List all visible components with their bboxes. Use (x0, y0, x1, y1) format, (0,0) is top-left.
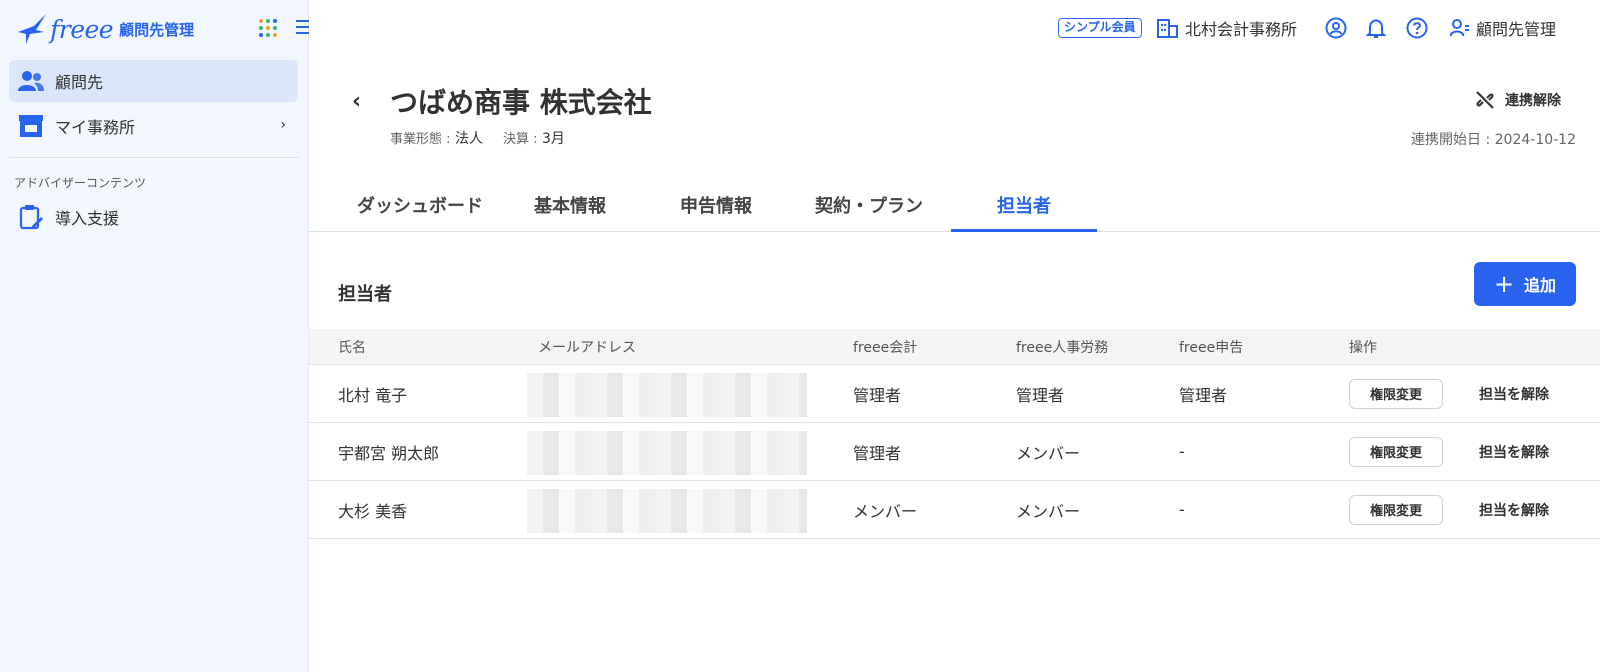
building-icon (1157, 19, 1178, 38)
change-permission-button[interactable]: 権限変更 (1349, 436, 1444, 467)
account-icon[interactable] (1325, 17, 1347, 39)
tab-assignees[interactable]: 担当者 (951, 192, 1097, 232)
sidebar-item-my-office[interactable]: マイ事務所 › (9, 105, 298, 147)
sidebar: freee 顧問先管理 顧問先 マイ事務所 › アドバイザーコンテンツ 導入支援 (0, 0, 309, 672)
link-start-date: 連携開始日 : 2024-10-12 (1411, 132, 1576, 148)
app-launcher-icon[interactable] (259, 19, 277, 37)
plus-icon: + (1493, 270, 1515, 298)
table-row: 北村 竜子 管理者 管理者 管理者 権限変更 担当を解除 (309, 365, 1600, 423)
accounting-role: 管理者 (853, 443, 902, 463)
menu-toggle-icon[interactable] (296, 20, 309, 34)
assignee-table: 氏名 メールアドレス freee会計 freee人事労務 freee申告 操作 … (309, 329, 1600, 539)
company-meta: 事業形態 : 法人 決算 : 3月 (390, 128, 565, 148)
change-permission-button[interactable]: 権限変更 (1349, 378, 1444, 409)
add-assignee-button[interactable]: + 追加 (1474, 262, 1576, 306)
hr-role: 管理者 (1016, 385, 1065, 405)
accounting-role: メンバー (853, 501, 918, 521)
col-hr: freee人事労務 (1016, 339, 1109, 356)
col-actions: 操作 (1349, 339, 1377, 356)
tax-role: 管理者 (1179, 385, 1228, 405)
redacted-email (527, 431, 807, 475)
office-name: 北村会計事務所 (1185, 20, 1298, 39)
tab-tax-filing[interactable]: 申告情報 (661, 192, 771, 232)
office-switcher[interactable]: 北村会計事務所 (1157, 16, 1297, 40)
col-name: 氏名 (338, 339, 366, 356)
tab-basic-info[interactable]: 基本情報 (515, 192, 625, 232)
table-row: 宇都宮 朔太郎 管理者 メンバー - 権限変更 担当を解除 (309, 423, 1600, 481)
table-header: 氏名 メールアドレス freee会計 freee人事労務 freee申告 操作 (309, 329, 1600, 365)
unlink-label: 連携解除 (1505, 93, 1561, 109)
sidebar-item-label: 導入支援 (55, 209, 120, 228)
redacted-email (527, 489, 807, 533)
swallow-logo-icon (18, 14, 46, 44)
remove-assignee-button[interactable]: 担当を解除 (1479, 500, 1549, 520)
assignee-name: 大杉 美香 (338, 501, 408, 521)
tab-contract-plan[interactable]: 契約・プラン (799, 192, 939, 232)
table-row: 大杉 美香 メンバー メンバー - 権限変更 担当を解除 (309, 481, 1600, 539)
add-button-label: 追加 (1524, 276, 1557, 295)
users-icon (17, 68, 45, 94)
clipboard-edit-icon (17, 204, 45, 230)
business-type: 事業形態 : 法人 (390, 131, 483, 147)
hr-role: メンバー (1016, 443, 1081, 463)
accounting-role: 管理者 (853, 385, 902, 405)
sidebar-item-clients[interactable]: 顧問先 (9, 60, 298, 102)
logo-text: freee (50, 14, 114, 44)
store-icon (17, 113, 45, 139)
page-title: つばめ商事 株式会社 (390, 86, 652, 119)
client-management-link[interactable]: 顧問先管理 (1450, 16, 1556, 40)
sidebar-section-label: アドバイザーコンテンツ (14, 176, 147, 190)
freee-logo[interactable]: freee 顧問先管理 (16, 10, 194, 48)
remove-assignee-button[interactable]: 担当を解除 (1479, 384, 1549, 404)
back-chevron-icon[interactable]: ‹ (352, 89, 361, 114)
client-management-label: 顧問先管理 (1476, 20, 1557, 39)
tab-dashboard[interactable]: ダッシュボード (345, 192, 495, 232)
help-icon[interactable] (1406, 17, 1428, 39)
unlink-button[interactable]: 連携解除 (1475, 90, 1561, 110)
tab-bar: ダッシュボード 基本情報 申告情報 契約・プラン 担当者 (309, 192, 1600, 232)
bell-icon[interactable] (1365, 17, 1387, 39)
change-permission-button[interactable]: 権限変更 (1349, 494, 1444, 525)
redacted-email (527, 373, 807, 417)
tax-role: - (1179, 500, 1185, 519)
sidebar-item-onboarding[interactable]: 導入支援 (9, 196, 298, 238)
col-accounting: freee会計 (853, 339, 918, 356)
col-email: メールアドレス (538, 339, 636, 356)
col-tax: freee申告 (1179, 339, 1244, 356)
user-manage-icon (1450, 19, 1469, 37)
unlink-icon (1476, 91, 1494, 109)
fiscal-month: 決算 : 3月 (502, 131, 565, 147)
sidebar-item-label: マイ事務所 (55, 118, 136, 137)
tax-role: - (1179, 442, 1185, 461)
membership-badge: シンプル会員 (1058, 18, 1142, 38)
logo-subtitle: 顧問先管理 (119, 20, 195, 39)
assignee-name: 宇都宮 朔太郎 (338, 443, 440, 463)
remove-assignee-button[interactable]: 担当を解除 (1479, 442, 1549, 462)
section-title: 担当者 (338, 284, 392, 305)
hr-role: メンバー (1016, 501, 1081, 521)
sidebar-item-label: 顧問先 (55, 73, 104, 92)
sidebar-divider (9, 157, 298, 158)
assignee-name: 北村 竜子 (338, 385, 408, 405)
top-bar: シンプル会員 北村会計事務所 顧問先管理 (309, 0, 1600, 56)
chevron-right-icon: › (280, 117, 286, 133)
